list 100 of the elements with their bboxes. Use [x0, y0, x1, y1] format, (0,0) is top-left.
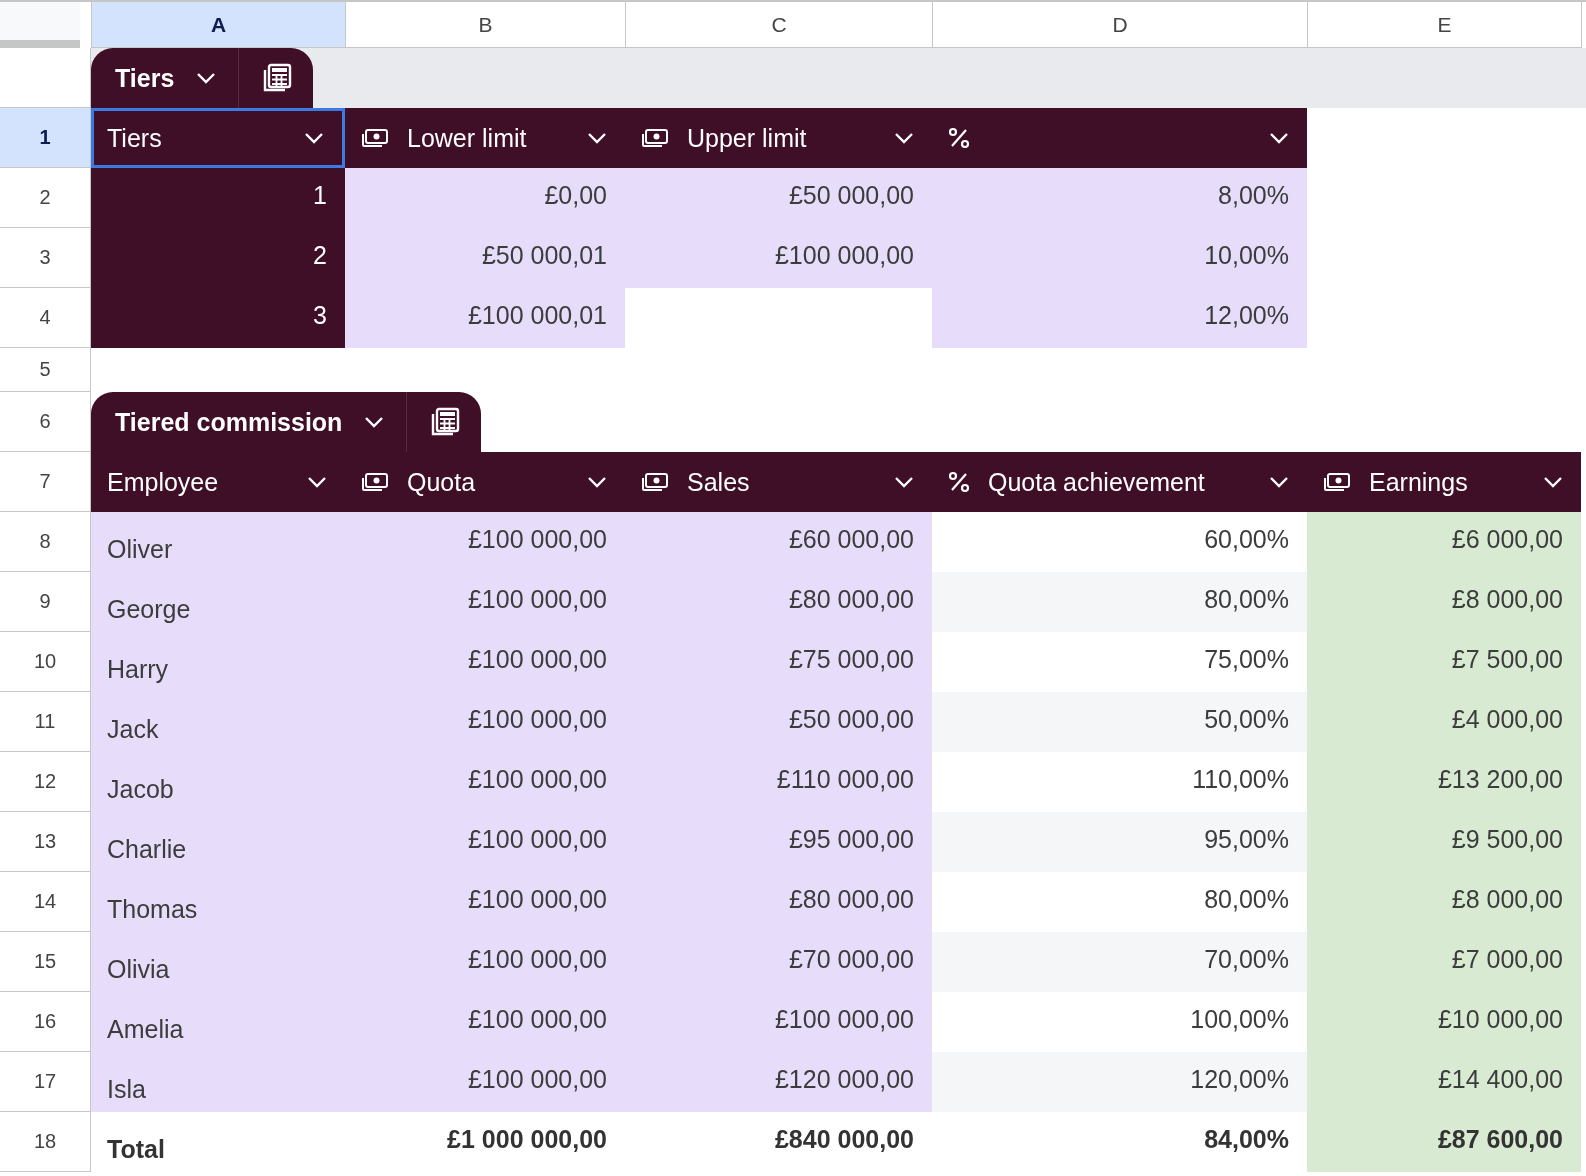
chevron-down-icon [196, 72, 217, 84]
column-header[interactable]: A [91, 2, 345, 48]
table-cell: 3 [91, 288, 345, 348]
column-header-cell[interactable]: Earnings [1307, 452, 1581, 512]
table-cell: 12,00% [932, 288, 1307, 348]
row-number[interactable]: 6 [0, 392, 91, 452]
table-cell: 50,00% [932, 692, 1307, 752]
table-cell: Charlie [91, 812, 345, 872]
table-cell: £70 000,00 [625, 932, 932, 992]
table-cell: Olivia [91, 932, 345, 992]
table-cell: £6 000,00 [1307, 512, 1581, 572]
table-cell: £100 000,00 [345, 752, 625, 812]
table-cell: £60 000,00 [625, 512, 932, 572]
table-cell: Jack [91, 692, 345, 752]
row-number[interactable]: 16 [0, 992, 91, 1052]
row-number[interactable]: 13 [0, 812, 91, 872]
row-number[interactable]: 8 [0, 512, 91, 572]
column-header-cell[interactable]: Sales [625, 452, 932, 512]
banknote-icon [1323, 472, 1351, 492]
table-cell: £100 000,00 [345, 512, 625, 572]
chevron-down-icon [894, 132, 914, 144]
row-number[interactable]: 5 [0, 348, 91, 392]
table-cell: Amelia [91, 992, 345, 1052]
table-cell: £100 000,00 [345, 932, 625, 992]
table-cell: Jacob [91, 752, 345, 812]
table-cell: £80 000,00 [625, 572, 932, 632]
chevron-down-icon [894, 476, 914, 488]
chevron-down-icon [304, 132, 324, 144]
table-cell: 1 [91, 168, 345, 228]
table-cell: 8,00% [932, 168, 1307, 228]
table-cell: £110 000,00 [625, 752, 932, 812]
table-cell: £120 000,00 [625, 1052, 932, 1112]
row-number[interactable]: 1 [0, 108, 91, 168]
table-cell: £4 000,00 [1307, 692, 1581, 752]
table-cell: £95 000,00 [625, 812, 932, 872]
table-cell: £9 500,00 [1307, 812, 1581, 872]
table-cell: £50 000,01 [345, 228, 625, 288]
percent-icon [948, 471, 970, 493]
table-cell: £8 000,00 [1307, 572, 1581, 632]
table-cell: £10 000,00 [1307, 992, 1581, 1052]
row-number[interactable]: 3 [0, 228, 91, 288]
banknote-icon [361, 472, 389, 492]
table-cell: £100 000,00 [345, 872, 625, 932]
chevron-down-icon [1269, 132, 1289, 144]
chevron-down-icon [1269, 476, 1289, 488]
chevron-down-icon [587, 132, 607, 144]
table-cell: £100 000,00 [345, 572, 625, 632]
row-number[interactable]: 7 [0, 452, 91, 512]
column-header-cell[interactable]: Upper limit [625, 108, 932, 168]
table-cell: £8 000,00 [1307, 872, 1581, 932]
banknote-icon [641, 128, 669, 148]
calculator-icon [429, 406, 462, 438]
table-cell: £87 600,00 [1307, 1112, 1581, 1172]
table-cell: £75 000,00 [625, 632, 932, 692]
table-cell: Thomas [91, 872, 345, 932]
table-cell: £0,00 [345, 168, 625, 228]
table-cell: £100 000,00 [345, 992, 625, 1052]
table-cell: Oliver [91, 512, 345, 572]
table-cell: £50 000,00 [625, 692, 932, 752]
table-cell: £7 500,00 [1307, 632, 1581, 692]
table-cell: 2 [91, 228, 345, 288]
table-cell: 70,00% [932, 932, 1307, 992]
row-number[interactable]: 2 [0, 168, 91, 228]
table-cell: 120,00% [932, 1052, 1307, 1112]
banknote-icon [641, 472, 669, 492]
table-cell: £50 000,00 [625, 168, 932, 228]
chevron-down-icon [587, 476, 607, 488]
row-number[interactable]: 17 [0, 1052, 91, 1112]
column-header-cell[interactable]: Lower limit [345, 108, 625, 168]
table-cell: £100 000,00 [345, 692, 625, 752]
table-cell: £13 200,00 [1307, 752, 1581, 812]
banknote-icon [361, 128, 389, 148]
table-cell: £100 000,00 [345, 632, 625, 692]
percent-icon [948, 127, 970, 149]
table-cell: George [91, 572, 345, 632]
row-number[interactable]: 11 [0, 692, 91, 752]
chevron-down-icon [1543, 476, 1563, 488]
table-cell: £7 000,00 [1307, 932, 1581, 992]
column-header-cell[interactable]: Tiers [91, 108, 345, 168]
column-header-cell[interactable]: Employee [91, 452, 345, 512]
chevron-down-icon [307, 476, 327, 488]
table-cell: £100 000,00 [345, 1052, 625, 1112]
table-cell: £100 000,00 [625, 228, 932, 288]
row-number[interactable]: 10 [0, 632, 91, 692]
table-cell: £100 000,01 [345, 288, 625, 348]
table-cell: 10,00% [932, 228, 1307, 288]
column-header-cell[interactable]: Quota [345, 452, 625, 512]
row-number[interactable]: 4 [0, 288, 91, 348]
column-header-cell[interactable]: Quota achievement [932, 452, 1307, 512]
table-cell: 80,00% [932, 572, 1307, 632]
table-cell: £100 000,00 [625, 992, 932, 1052]
row-number[interactable]: 14 [0, 872, 91, 932]
table-cell: Harry [91, 632, 345, 692]
row-number[interactable]: 15 [0, 932, 91, 992]
table-cell: £100 000,00 [345, 812, 625, 872]
row-number[interactable]: 9 [0, 572, 91, 632]
calculator-icon [261, 62, 294, 94]
row-number[interactable]: 18 [0, 1112, 91, 1172]
row-number[interactable]: 12 [0, 752, 91, 812]
table-cell: Isla [91, 1052, 345, 1112]
